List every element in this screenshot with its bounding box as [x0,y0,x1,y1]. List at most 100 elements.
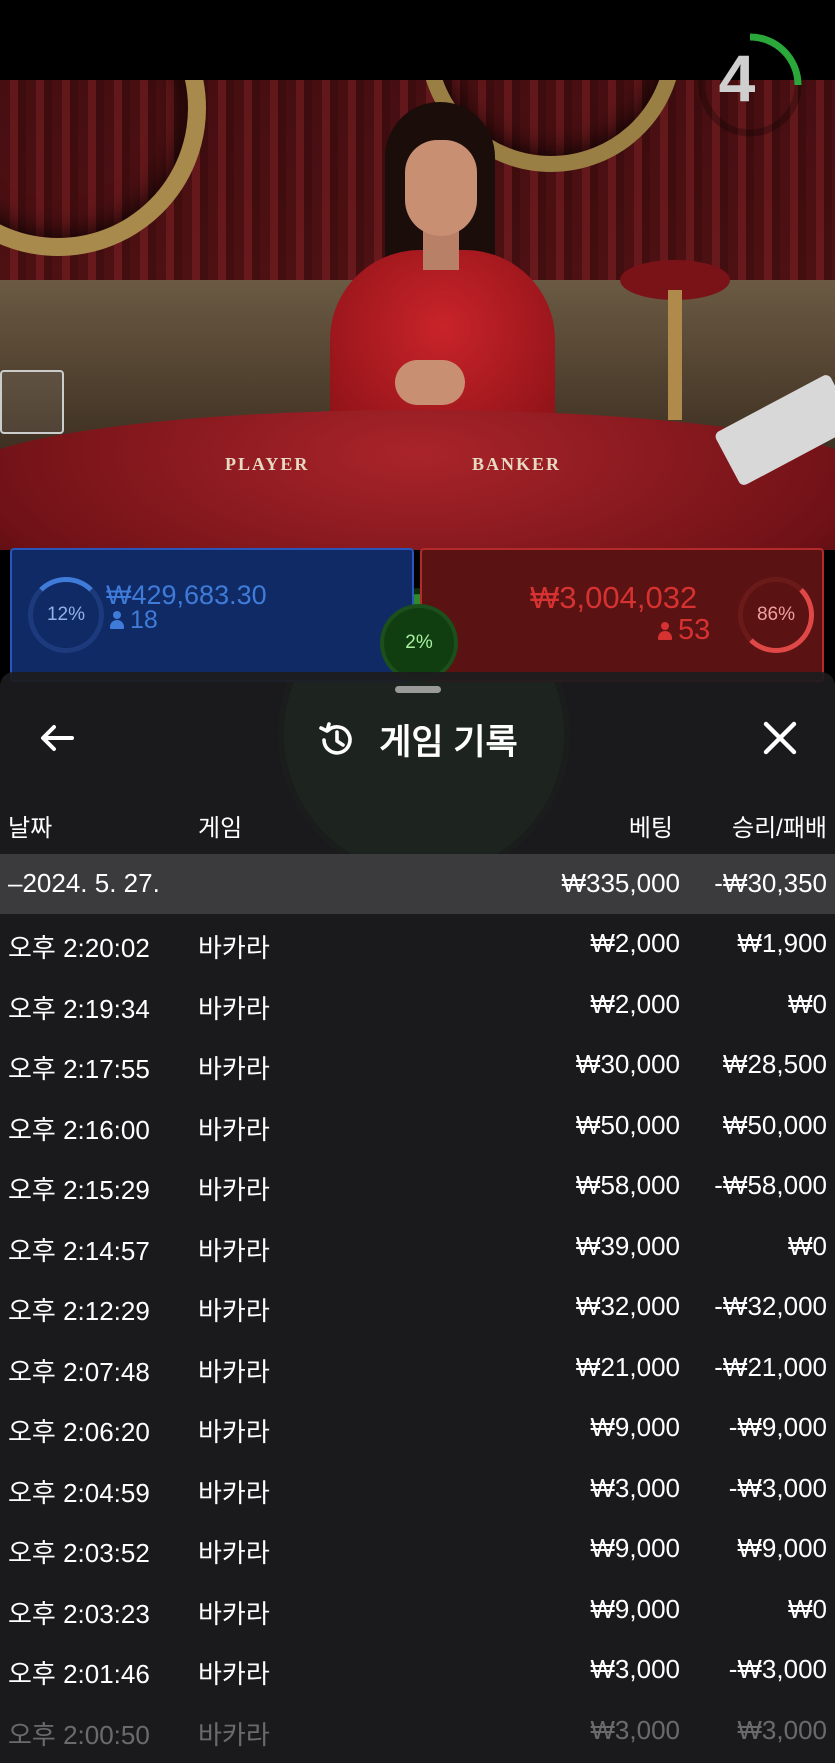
history-time: 오후 2:06:20 [8,1417,150,1447]
date-group-row[interactable]: –2024. 5. 27. ₩335,000 -₩30,350 [0,854,835,914]
history-bet: ₩9,000 [590,1412,680,1442]
history-bet: ₩58,000 [575,1170,680,1200]
history-result: -₩58,000 [714,1170,827,1200]
column-bet: 베팅 [628,815,673,842]
history-row[interactable]: 오후 2:06:20 바카라 ₩9,000 -₩9,000 [0,1398,835,1458]
table-banker-label: BANKER [472,454,562,474]
history-bet: ₩9,000 [590,1533,680,1563]
player-count: 18 [110,606,158,635]
history-time: 오후 2:03:52 [8,1538,150,1568]
history-result: ₩50,000 [722,1109,827,1140]
dealer-hands [395,360,465,405]
history-result: -₩3,000 [728,1654,827,1684]
history-time: 오후 2:16:00 [8,1114,150,1145]
history-result: ₩28,500 [722,1049,827,1079]
history-row[interactable]: 오후 2:15:29 바카라 ₩58,000 -₩58,000 [0,1156,835,1216]
panel-title-text: 게임 기록 [379,723,518,762]
history-time: 오후 2:15:29 [8,1175,150,1205]
column-date: 날짜 [8,815,53,842]
history-time: 오후 2:14:57 [8,1235,150,1266]
banker-percent-ring: 86% [738,577,814,653]
banker-count-value: 53 [678,614,711,646]
history-row[interactable]: 오후 2:20:02 바카라 ₩2,000 ₩1,900 [0,914,835,974]
history-row[interactable]: 오후 2:14:57 바카라 ₩39,000 ₩0 [0,1217,835,1277]
history-row[interactable]: 오후 2:19:34 바카라 ₩2,000 ₩0 [0,975,835,1035]
history-game: 바카라 [198,1054,270,1084]
history-time: 오후 2:03:23 [8,1598,150,1629]
history-bet: ₩3,000 [590,1714,680,1745]
history-time: 오후 2:17:55 [8,1054,150,1084]
history-result: ₩3,000 [737,1714,827,1745]
history-bet: ₩21,000 [575,1351,680,1382]
history-result: ₩0 [788,988,827,1019]
baccarat-table [0,410,835,550]
history-row[interactable]: 오후 2:17:55 바카라 ₩30,000 ₩28,500 [0,1035,835,1095]
history-result: ₩9,000 [737,1533,827,1563]
history-game: 바카라 [198,993,270,1024]
history-game: 바카라 [198,1175,270,1205]
date-group-label: –2024. 5. 27. [8,868,160,898]
date-group-result-total: -₩30,350 [714,868,827,898]
history-row[interactable]: 오후 2:16:00 바카라 ₩50,000 ₩50,000 [0,1096,835,1156]
history-row[interactable]: 오후 2:12:29 바카라 ₩32,000 -₩32,000 [0,1277,835,1337]
history-bet: ₩39,000 [575,1230,680,1261]
history-game: 바카라 [198,1598,270,1629]
history-bet: ₩2,000 [590,928,680,958]
banker-count: 53 [658,614,710,647]
column-result: 승리/패배 [732,815,827,842]
history-game: 바카라 [198,1296,270,1326]
user-icon [658,622,672,640]
history-time: 오후 2:12:29 [8,1296,150,1326]
history-row[interactable]: 오후 2:01:46 바카라 ₩3,000 -₩3,000 [0,1640,835,1700]
history-game: 바카라 [198,1659,270,1689]
history-bet: ₩3,000 [590,1654,680,1684]
history-row[interactable]: 오후 2:03:23 바카라 ₩9,000 ₩0 [0,1580,835,1640]
history-time: 오후 2:19:34 [8,993,150,1024]
history-game: 바카라 [198,1417,270,1447]
card-box [0,370,64,434]
player-percent-ring: 12% [28,577,104,653]
countdown-number: 4 [718,41,756,115]
history-bet: ₩50,000 [575,1109,680,1140]
dealer-face [405,140,477,236]
history-bet: ₩30,000 [575,1049,680,1079]
history-bet: ₩32,000 [575,1291,680,1321]
history-time: 오후 2:04:59 [8,1477,150,1508]
history-result: ₩0 [788,1593,827,1624]
history-game: 바카라 [198,933,270,963]
history-time: 오후 2:07:48 [8,1356,150,1387]
history-result: ₩1,900 [737,928,827,958]
history-time: 오후 2:01:46 [8,1659,150,1689]
date-group-bet-total: ₩335,000 [561,868,680,898]
history-time: 오후 2:20:02 [8,933,150,963]
history-time: 오후 2:00:50 [8,1719,150,1750]
stool-leg [668,290,682,420]
tie-percent-ring: 2% [380,604,458,682]
dealer-neck [423,230,459,270]
column-game: 게임 [198,815,243,842]
history-row[interactable]: 오후 2:03:52 바카라 ₩9,000 ₩9,000 [0,1519,835,1579]
history-game: 바카라 [198,1477,270,1508]
history-game: 바카라 [198,1719,270,1750]
live-video: PLAYER BANKER [0,80,835,550]
history-result: ₩0 [788,1230,827,1261]
history-row[interactable]: 오후 2:07:48 바카라 ₩21,000 -₩21,000 [0,1338,835,1398]
history-row[interactable]: 오후 2:04:59 바카라 ₩3,000 -₩3,000 [0,1459,835,1519]
history-game: 바카라 [198,1114,270,1145]
history-game: 바카라 [198,1356,270,1387]
user-icon [110,611,124,629]
history-result: -₩3,000 [728,1472,827,1503]
banker-bet-amount: ₩3,004,032 [530,580,698,615]
history-bet: ₩2,000 [590,988,680,1019]
history-result: -₩21,000 [714,1351,827,1382]
drag-handle[interactable] [395,686,441,693]
history-bet: ₩3,000 [590,1472,680,1503]
close-icon[interactable] [758,716,802,760]
history-game: 바카라 [198,1235,270,1266]
history-bet: ₩9,000 [590,1593,680,1624]
player-count-value: 18 [130,606,158,634]
history-row[interactable]: 오후 2:00:50 바카라 ₩3,000 ₩3,000 [0,1701,835,1761]
history-result: -₩9,000 [728,1412,827,1442]
table-player-label: PLAYER [225,454,310,474]
panel-title: 게임 기록 [0,714,835,765]
